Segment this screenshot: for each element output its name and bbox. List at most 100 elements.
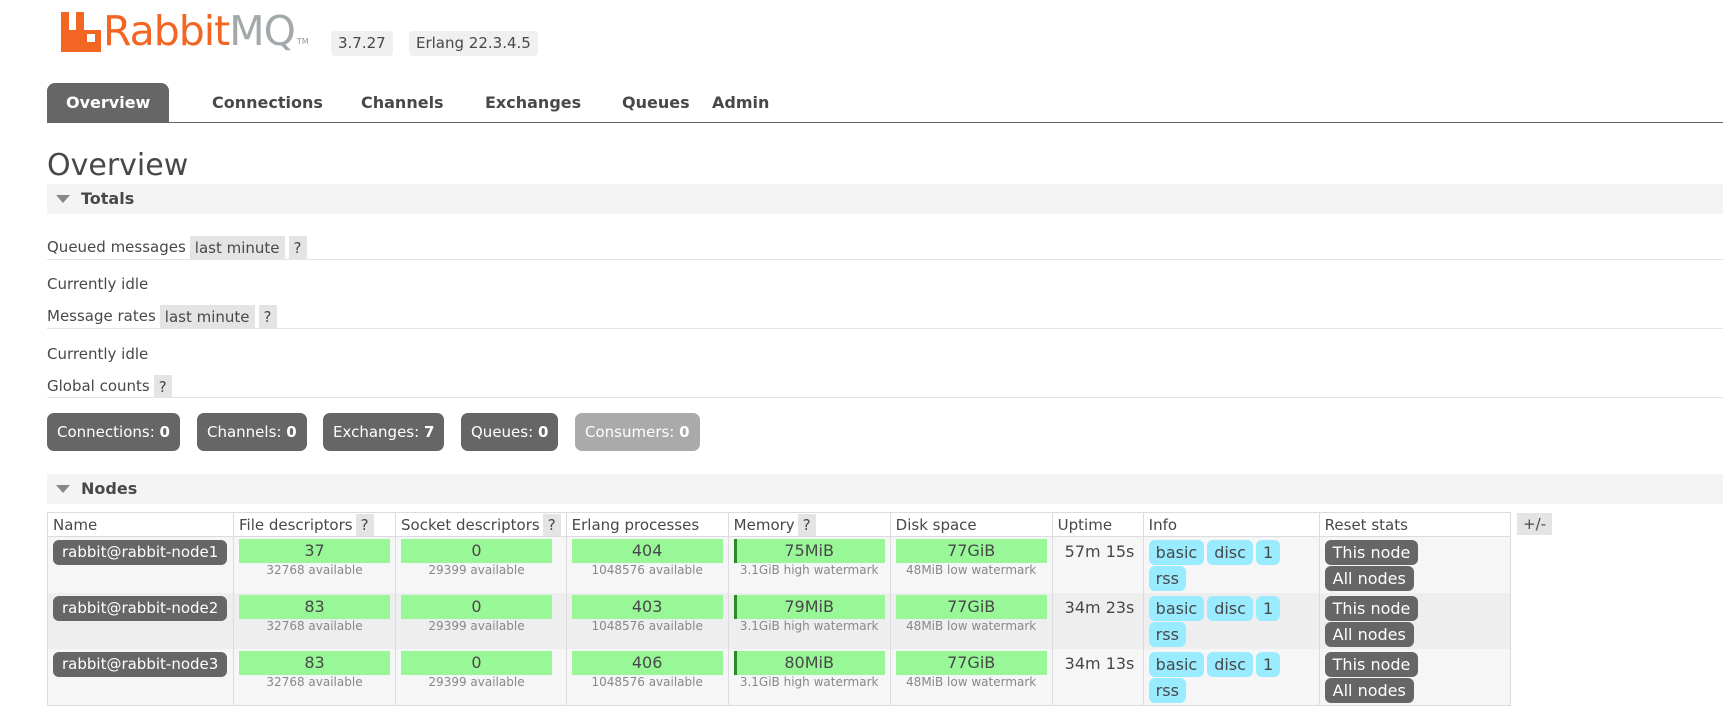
info-disc-tag[interactable]: disc bbox=[1207, 540, 1253, 565]
global-counts-help[interactable]: ? bbox=[153, 374, 172, 398]
erlang-processes-bar: 404 bbox=[571, 539, 723, 563]
reset-all-nodes-button[interactable]: All nodes bbox=[1324, 678, 1414, 703]
info-rss-tag[interactable]: rss bbox=[1148, 566, 1186, 591]
totals-section-title: Totals bbox=[81, 189, 135, 208]
message-rates-help[interactable]: ? bbox=[258, 304, 277, 328]
erlang-processes-bar: 406 bbox=[571, 651, 723, 675]
node-link[interactable]: rabbit@rabbit-node1 bbox=[53, 540, 228, 565]
exchanges-count-button[interactable]: Exchanges: 7 bbox=[323, 413, 445, 451]
queues-count-button[interactable]: Queues: 0 bbox=[461, 413, 559, 451]
disk-space-bar: 77GiB bbox=[895, 595, 1047, 619]
table-row: rabbit@rabbit-node3 83 32768 available 02… bbox=[47, 649, 1511, 706]
count-value: 7 bbox=[423, 423, 435, 441]
erlang-processes-available: 1048576 available bbox=[591, 675, 703, 689]
app-header: RabbitMQ TM 3.7.27 Erlang 22.3.4.5 bbox=[0, 0, 1723, 80]
socket-descriptors-help[interactable]: ? bbox=[542, 513, 561, 536]
info-disc-tag[interactable]: disc bbox=[1207, 596, 1253, 621]
memory-bar: 75MiB bbox=[733, 539, 885, 563]
memory-watermark: 3.1GiB high watermark bbox=[739, 563, 879, 577]
memory-help[interactable]: ? bbox=[797, 513, 816, 536]
node-name-cell: rabbit@rabbit-node3 bbox=[47, 649, 234, 706]
column-header-erlang-processes[interactable]: Erlang processes bbox=[565, 512, 729, 537]
nodes-section-toggle[interactable]: Nodes bbox=[47, 474, 1723, 504]
file-descriptors-cell: 83 32768 available bbox=[233, 593, 396, 649]
info-cell: basic disc 1 rss bbox=[1142, 593, 1320, 649]
node-link[interactable]: rabbit@rabbit-node3 bbox=[53, 652, 228, 677]
socket-descriptors-available: 29399 available bbox=[428, 675, 525, 689]
rabbit-logo-icon bbox=[61, 12, 101, 52]
socket-descriptors-bar: 0 bbox=[401, 539, 552, 563]
queued-messages-row: Queued messages last minute ? bbox=[47, 235, 307, 259]
reset-this-node-button[interactable]: This node bbox=[1324, 596, 1419, 621]
socket-descriptors-available: 29399 available bbox=[428, 563, 525, 577]
count-value: 0 bbox=[537, 423, 549, 441]
reset-all-nodes-button[interactable]: All nodes bbox=[1324, 622, 1414, 647]
column-header-reset-stats[interactable]: Reset stats bbox=[1318, 512, 1511, 537]
version-badge: 3.7.27 bbox=[331, 31, 393, 56]
message-rates-row: Message rates last minute ? bbox=[47, 304, 277, 328]
reset-this-node-button[interactable]: This node bbox=[1324, 652, 1419, 677]
rabbitmq-logo[interactable]: RabbitMQ TM bbox=[61, 8, 309, 54]
file-descriptors-bar: 37 bbox=[239, 539, 390, 563]
column-header-uptime[interactable]: Uptime bbox=[1051, 512, 1144, 537]
column-header-memory[interactable]: Memory? bbox=[727, 512, 891, 537]
channels-count-button[interactable]: Channels: 0 bbox=[197, 413, 307, 451]
totals-section-toggle[interactable]: Totals bbox=[47, 184, 1723, 214]
queued-messages-help[interactable]: ? bbox=[288, 235, 307, 259]
erlang-processes-cell: 403 1048576 available bbox=[565, 593, 729, 649]
table-header-row: Name File descriptors? Socket descriptor… bbox=[47, 512, 1511, 537]
column-header-name[interactable]: Name bbox=[47, 512, 234, 537]
memory-cell: 75MiB 3.1GiB high watermark bbox=[727, 536, 891, 593]
column-header-socket-descriptors[interactable]: Socket descriptors? bbox=[395, 512, 567, 537]
message-rates-range[interactable]: last minute bbox=[159, 304, 255, 328]
tab-admin[interactable]: Admin bbox=[693, 83, 788, 122]
global-counts-label: Global counts bbox=[47, 377, 150, 395]
connections-count-button[interactable]: Connections: 0 bbox=[47, 413, 180, 451]
consumers-count-button[interactable]: Consumers: 0 bbox=[575, 413, 700, 451]
tab-overview[interactable]: Overview bbox=[47, 83, 170, 122]
file-descriptors-bar: 83 bbox=[239, 595, 390, 619]
uptime-value: 34m 13s bbox=[1064, 654, 1135, 673]
node-name-cell: rabbit@rabbit-node2 bbox=[47, 593, 234, 649]
node-link[interactable]: rabbit@rabbit-node2 bbox=[53, 596, 228, 621]
info-rss-tag[interactable]: rss bbox=[1148, 622, 1186, 647]
divider bbox=[47, 397, 1723, 398]
column-header-file-descriptors[interactable]: File descriptors? bbox=[233, 512, 396, 537]
file-descriptors-available: 32768 available bbox=[266, 675, 363, 689]
count-label: Queues: bbox=[471, 423, 534, 441]
info-basic-tag[interactable]: basic bbox=[1148, 652, 1205, 677]
info-basic-tag[interactable]: basic bbox=[1148, 596, 1205, 621]
info-count-tag[interactable]: 1 bbox=[1255, 652, 1281, 677]
collapse-triangle-icon bbox=[56, 484, 70, 493]
file-descriptors-cell: 37 32768 available bbox=[233, 536, 396, 593]
divider bbox=[47, 259, 1723, 260]
page-title: Overview bbox=[47, 148, 189, 183]
info-basic-tag[interactable]: basic bbox=[1148, 540, 1205, 565]
table-row: rabbit@rabbit-node2 83 32768 available 02… bbox=[47, 593, 1511, 649]
queued-messages-range[interactable]: last minute bbox=[189, 235, 285, 259]
toggle-columns-button[interactable]: +/- bbox=[1517, 513, 1553, 535]
collapse-triangle-icon bbox=[56, 194, 70, 203]
file-descriptors-available: 32768 available bbox=[266, 563, 363, 577]
socket-descriptors-cell: 0 29399 available bbox=[395, 593, 567, 649]
uptime-cell: 34m 23s bbox=[1051, 593, 1144, 649]
tab-connections[interactable]: Connections bbox=[193, 83, 342, 122]
column-header-disk-space[interactable]: Disk space bbox=[889, 512, 1053, 537]
file-descriptors-help[interactable]: ? bbox=[355, 513, 374, 536]
count-label: Consumers: bbox=[585, 423, 675, 441]
tab-channels[interactable]: Channels bbox=[342, 83, 463, 122]
reset-this-node-button[interactable]: This node bbox=[1324, 540, 1419, 565]
uptime-value: 34m 23s bbox=[1064, 598, 1135, 617]
memory-cell: 80MiB 3.1GiB high watermark bbox=[727, 649, 891, 706]
info-disc-tag[interactable]: disc bbox=[1207, 652, 1253, 677]
column-header-info[interactable]: Info bbox=[1142, 512, 1320, 537]
node-name-cell: rabbit@rabbit-node1 bbox=[47, 536, 234, 593]
info-rss-tag[interactable]: rss bbox=[1148, 678, 1186, 703]
info-count-tag[interactable]: 1 bbox=[1255, 540, 1281, 565]
nodes-section-title: Nodes bbox=[81, 479, 138, 498]
info-count-tag[interactable]: 1 bbox=[1255, 596, 1281, 621]
reset-all-nodes-button[interactable]: All nodes bbox=[1324, 566, 1414, 591]
tab-exchanges[interactable]: Exchanges bbox=[466, 83, 600, 122]
uptime-cell: 34m 13s bbox=[1051, 649, 1144, 706]
file-descriptors-cell: 83 32768 available bbox=[233, 649, 396, 706]
